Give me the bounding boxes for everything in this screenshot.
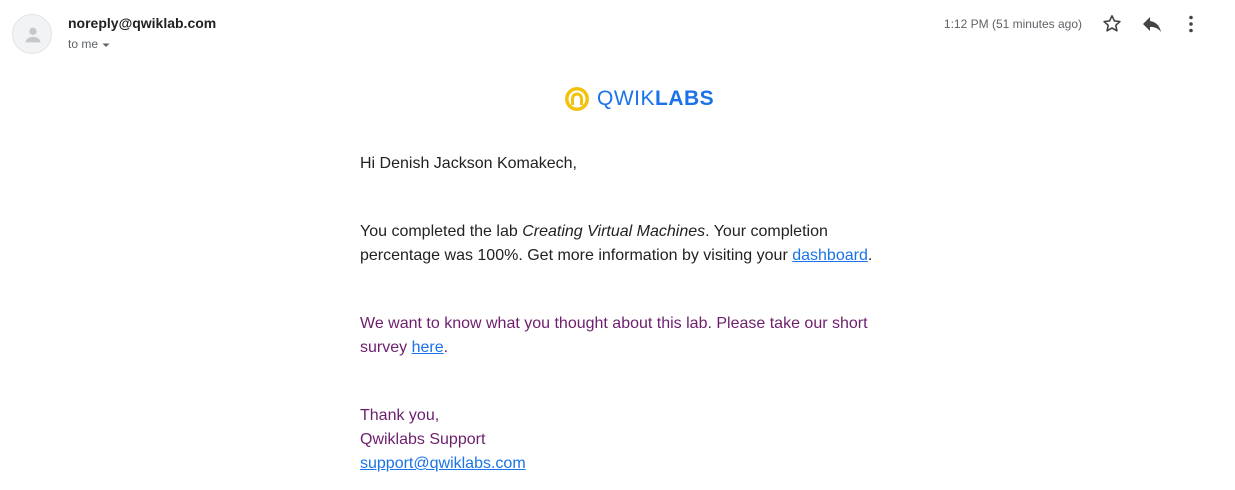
dashboard-link[interactable]: dashboard bbox=[792, 247, 868, 264]
star-icon bbox=[1103, 15, 1121, 32]
survey-link[interactable]: here bbox=[412, 339, 444, 356]
logo-wordmark-light: QWIK bbox=[597, 87, 655, 110]
email-body: Hi Denish Jackson Komakech, You complete… bbox=[360, 150, 880, 472]
reply-icon bbox=[1143, 17, 1161, 32]
qwiklabs-logo-icon bbox=[565, 87, 589, 111]
completion-text-prefix: You completed the lab bbox=[360, 223, 523, 240]
support-email-link[interactable]: support@qwiklabs.com bbox=[360, 455, 526, 472]
survey-paragraph: We want to know what you thought about t… bbox=[360, 312, 880, 360]
greeting: Hi Denish Jackson Komakech, bbox=[360, 155, 577, 172]
survey-text-suffix: . bbox=[443, 339, 449, 356]
sender-avatar[interactable] bbox=[12, 14, 52, 54]
star-button[interactable] bbox=[1100, 12, 1124, 36]
lab-name: Creating Virtual Machines bbox=[522, 223, 706, 240]
recipient-label: to me bbox=[68, 37, 99, 51]
email-header: noreply@qwiklab.com to me 1:12 PM (51 mi… bbox=[0, 0, 1235, 60]
avatar-icon bbox=[25, 27, 41, 43]
sender-address[interactable]: noreply@qwiklab.com bbox=[68, 15, 216, 31]
reply-button[interactable] bbox=[1140, 12, 1164, 36]
more-vert-icon bbox=[1189, 15, 1193, 33]
sign-off: Thank you, bbox=[360, 407, 440, 424]
recipient-dropdown[interactable]: to me bbox=[68, 37, 111, 51]
logo-wordmark: QWIKLABS bbox=[597, 87, 714, 111]
logo-wordmark-bold: LABS bbox=[655, 87, 715, 110]
qwiklabs-logo: QWIKLABS bbox=[563, 85, 714, 113]
email-timestamp: 1:12 PM (51 minutes ago) bbox=[943, 17, 1082, 31]
completion-paragraph: You completed the lab Creating Virtual M… bbox=[360, 220, 880, 268]
signature: Thank you, Qwiklabs Support support@qwik… bbox=[360, 404, 880, 476]
caret-down-icon bbox=[102, 43, 110, 47]
more-options-button[interactable] bbox=[1179, 12, 1203, 36]
sign-name: Qwiklabs Support bbox=[360, 431, 486, 448]
completion-text-suffix: . bbox=[867, 247, 873, 264]
